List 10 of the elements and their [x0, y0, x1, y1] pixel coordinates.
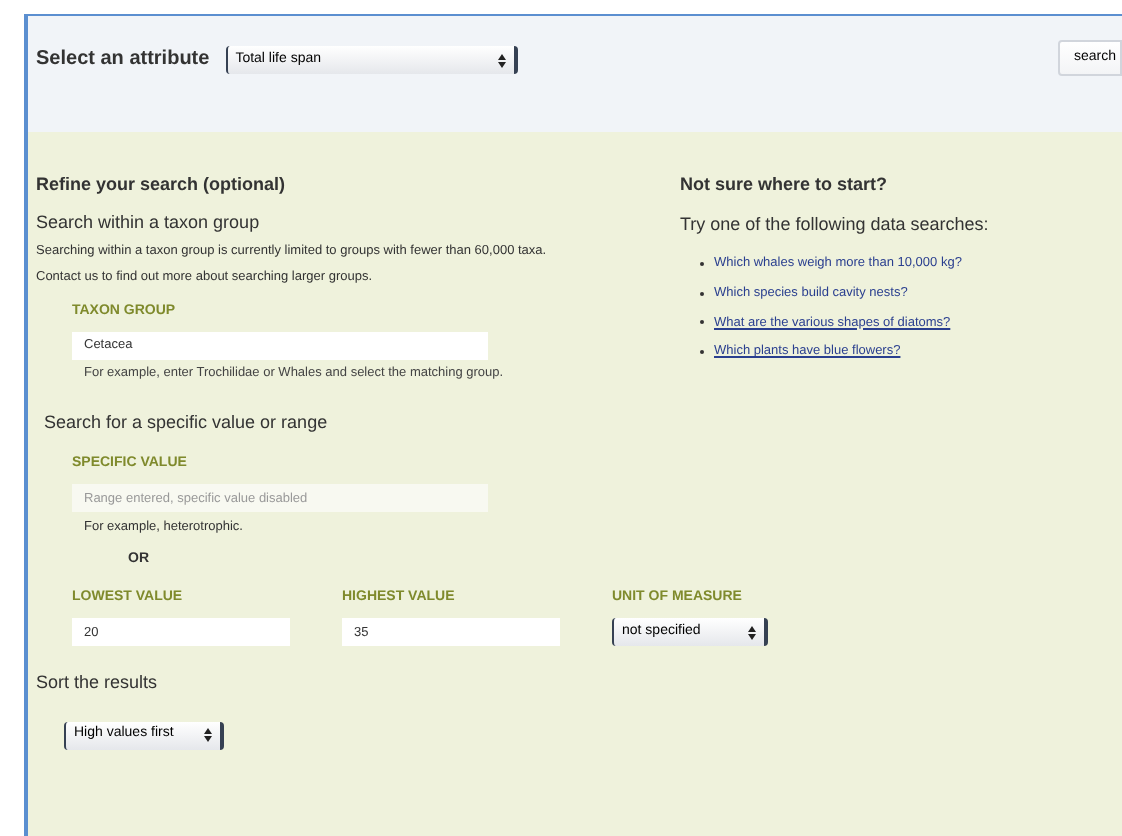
- suggestions-intro: Try one of the following data searches:: [680, 211, 989, 238]
- section-heading: Search within a taxon group: [36, 209, 262, 236]
- section-title: Not sure where to start?: [680, 172, 890, 198]
- updown-icon: [204, 728, 212, 742]
- section-title: Refine your search (optional): [36, 172, 288, 198]
- section-heading: Search for a specific value or range: [42, 410, 330, 437]
- updown-icon: [497, 53, 506, 67]
- updown-icon: [748, 625, 756, 639]
- attribute-label: Select an attribute: [36, 46, 210, 74]
- section-heading: Sort the results: [36, 670, 160, 696]
